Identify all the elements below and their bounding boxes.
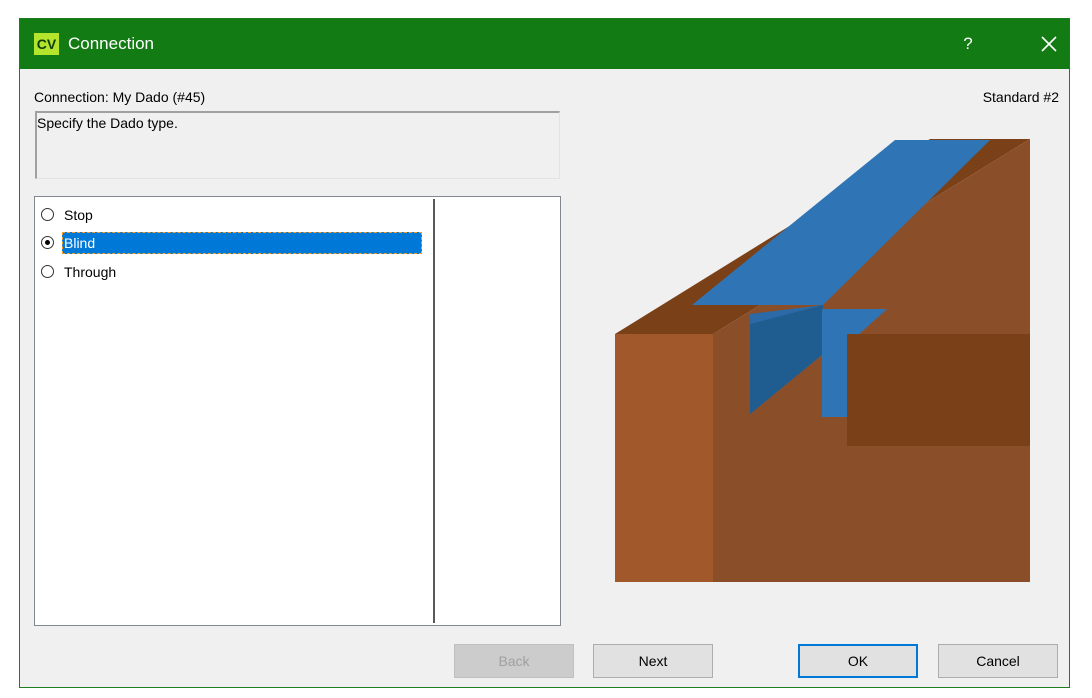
close-icon	[1041, 36, 1057, 52]
help-button[interactable]: ?	[955, 31, 981, 57]
connection-label: Connection: My Dado (#45)	[34, 89, 206, 105]
cancel-button[interactable]: Cancel	[938, 644, 1058, 678]
window-title: Connection	[68, 34, 155, 53]
radio-stop[interactable]	[41, 208, 54, 221]
app-logo-icon: CV	[34, 33, 59, 55]
dado-type-list[interactable]: Stop Blind Through	[34, 196, 561, 626]
connection-dialog: CV Connection ? Connection: My Dado (#45…	[19, 18, 1070, 688]
radio-blind[interactable]	[41, 236, 54, 249]
list-column-divider	[433, 199, 435, 623]
inserted-board	[847, 334, 1030, 446]
description-text: Specify the Dado type.	[37, 115, 178, 131]
description-box: Specify the Dado type.	[35, 111, 560, 179]
ok-button[interactable]: OK	[798, 644, 918, 678]
option-blind[interactable]: Blind	[41, 232, 431, 254]
title-bar: CV Connection ?	[20, 19, 1069, 69]
board-front-face	[615, 334, 718, 582]
option-label: Through	[64, 264, 117, 280]
next-button[interactable]: Next	[593, 644, 713, 678]
option-stop[interactable]: Stop	[41, 204, 431, 226]
option-label: Stop	[64, 207, 93, 223]
insert-front	[822, 319, 847, 417]
standard-label: Standard #2	[982, 89, 1059, 105]
close-button[interactable]	[1030, 29, 1068, 59]
back-button[interactable]: Back	[454, 644, 574, 678]
option-through[interactable]: Through	[41, 261, 431, 283]
radio-through[interactable]	[41, 265, 54, 278]
board-edge	[713, 331, 718, 582]
dado-preview-image	[615, 139, 1030, 582]
option-label: Blind	[62, 232, 422, 254]
